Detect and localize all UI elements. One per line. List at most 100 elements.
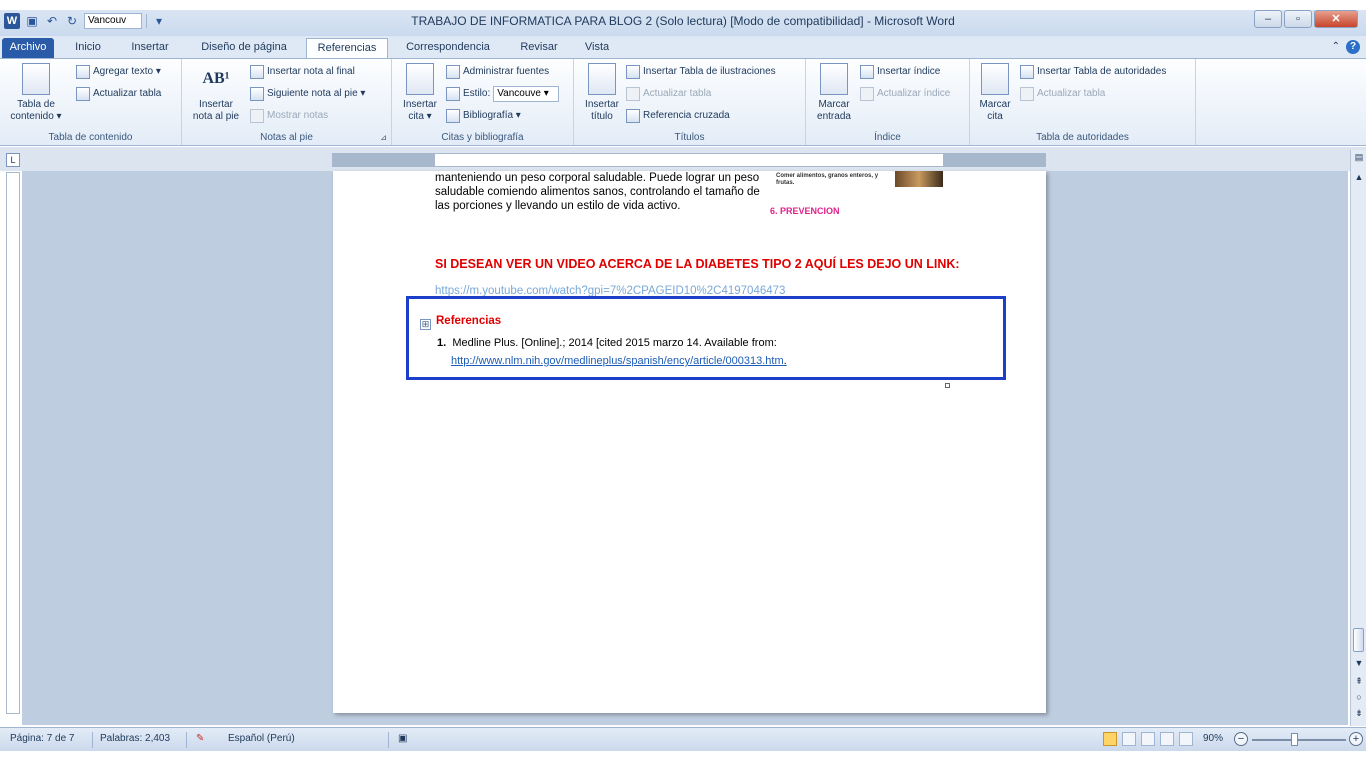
browse-object-icon[interactable]: ○ xyxy=(1351,692,1366,706)
group-tabla-contenido: Tabla de contenido ▾ Agregar texto ▾ Act… xyxy=(0,59,182,145)
ribbon: Tabla de contenido ▾ Agregar texto ▾ Act… xyxy=(0,58,1366,146)
update-figures-table-button[interactable]: Actualizar tabla xyxy=(626,85,711,103)
tab-diseno-pagina[interactable]: Diseño de página xyxy=(190,38,298,58)
horizontal-ruler[interactable] xyxy=(332,153,1046,167)
vertical-scrollbar[interactable]: ▤ ▲ ▼ ⇞ ○ ⇟ xyxy=(1350,150,1366,726)
previous-page-icon[interactable]: ⇞ xyxy=(1351,676,1366,690)
window-title: TRABAJO DE INFORMATICA PARA BLOG 2 (Solo… xyxy=(411,14,955,28)
insert-table-figures-button[interactable]: Insertar Tabla de ilustraciones xyxy=(626,63,776,81)
scroll-up-arrow-icon[interactable]: ▲ xyxy=(1351,172,1366,186)
group-notas-pie: AB¹ Insertar nota al pie Insertar nota a… xyxy=(182,59,392,145)
status-bar: Página: 7 de 7 Palabras: 2,403 ✎ Español… xyxy=(0,727,1366,751)
citation-icon xyxy=(406,63,434,95)
reference-entry: 1. Medline Plus. [Online].; 2014 [cited … xyxy=(437,337,777,349)
document-page[interactable]: manteniendo un peso corporal saludable. … xyxy=(333,171,1046,713)
tab-revisar[interactable]: Revisar xyxy=(510,38,568,58)
insert-index-button[interactable]: Insertar índice xyxy=(860,63,940,81)
insert-index-icon xyxy=(860,65,874,79)
spelling-check-icon[interactable]: ✎ xyxy=(196,733,204,744)
bibliography-icon xyxy=(446,109,460,123)
draft-view-icon[interactable] xyxy=(1179,732,1193,746)
zoom-level[interactable]: 90% xyxy=(1203,733,1223,744)
references-title: Referencias xyxy=(436,315,502,327)
help-icon[interactable]: ? xyxy=(1346,40,1360,54)
image-caption: Comer alimentos, granos enteros, y fruta… xyxy=(776,173,879,186)
page-count[interactable]: Página: 7 de 7 xyxy=(10,733,75,744)
ruler-toggle-icon[interactable]: ▤ xyxy=(1351,152,1366,166)
next-footnote-button[interactable]: Siguiente nota al pie ▾ xyxy=(250,85,365,103)
web-layout-view-icon[interactable] xyxy=(1141,732,1155,746)
manage-sources-icon xyxy=(446,65,460,79)
group-titulos: Insertar título Insertar Tabla de ilustr… xyxy=(574,59,806,145)
body-paragraph: manteniendo un peso corporal saludable. … xyxy=(435,172,760,212)
zoom-in-icon[interactable]: + xyxy=(1349,732,1363,746)
refresh-table-icon xyxy=(76,87,90,101)
insert-footnote-button[interactable]: AB¹ Insertar nota al pie xyxy=(186,63,246,123)
close-button[interactable]: ✕ xyxy=(1314,10,1358,28)
tab-correspondencia[interactable]: Correspondencia xyxy=(396,38,500,58)
title-bar: W ▣ ↶ ↻ Vancouv ▾ TRABAJO DE INFORMATICA… xyxy=(0,0,1366,38)
tab-inicio[interactable]: Inicio xyxy=(66,38,110,58)
add-text-icon xyxy=(76,65,90,79)
footnote-icon: AB¹ xyxy=(202,70,230,87)
manage-sources-button[interactable]: Administrar fuentes xyxy=(446,63,549,81)
toc-button[interactable]: Tabla de contenido ▾ xyxy=(4,63,68,123)
references-highlight-box: ⊞ Referencias 1. Medline Plus. [Online].… xyxy=(406,296,1006,380)
toc-icon xyxy=(22,63,50,95)
full-screen-view-icon[interactable] xyxy=(1122,732,1136,746)
update-index-button[interactable]: Actualizar índice xyxy=(860,85,950,103)
zoom-slider-track[interactable] xyxy=(1252,739,1346,741)
show-notes-icon xyxy=(250,109,264,123)
add-text-button[interactable]: Agregar texto ▾ xyxy=(76,63,161,81)
dialog-launcher-icon[interactable]: ⊿ xyxy=(380,133,387,142)
update-toc-button[interactable]: Actualizar tabla xyxy=(76,85,161,103)
outline-view-icon[interactable] xyxy=(1160,732,1174,746)
scroll-down-arrow-icon[interactable]: ▼ xyxy=(1351,658,1366,672)
insert-authorities-table-button[interactable]: Insertar Tabla de autoridades xyxy=(1020,63,1166,81)
food-image xyxy=(895,171,943,187)
word-count[interactable]: Palabras: 2,403 xyxy=(100,733,170,744)
style-selector[interactable]: Estilo: Vancouve ▾ xyxy=(446,85,560,103)
insert-caption-button[interactable]: Insertar título xyxy=(578,63,626,123)
next-page-icon[interactable]: ⇟ xyxy=(1351,708,1366,722)
image-handle[interactable] xyxy=(945,383,950,388)
tab-insertar[interactable]: Insertar xyxy=(122,38,178,58)
mark-entry-button[interactable]: Marcar entrada xyxy=(810,63,858,123)
print-layout-view-icon[interactable] xyxy=(1103,732,1117,746)
style-dropdown[interactable]: Vancouve ▾ xyxy=(493,86,560,102)
reference-link[interactable]: http://www.nlm.nih.gov/medlineplus/spani… xyxy=(451,355,787,367)
zoom-slider-thumb[interactable] xyxy=(1291,733,1298,746)
group-indice: Marcar entrada Insertar índice Actualiza… xyxy=(806,59,970,145)
next-footnote-icon xyxy=(250,87,264,101)
tab-vista[interactable]: Vista xyxy=(576,38,618,58)
vertical-ruler[interactable] xyxy=(6,172,20,714)
tab-selector-icon[interactable]: L xyxy=(6,153,20,167)
insert-endnote-button[interactable]: Insertar nota al final xyxy=(250,63,355,81)
refresh-table-icon xyxy=(626,87,640,101)
group-citas-bibliografia: Insertar cita ▾ Administrar fuentes Esti… xyxy=(392,59,574,145)
endnote-icon xyxy=(250,65,264,79)
bibliography-button[interactable]: Bibliografía ▾ xyxy=(446,107,521,125)
mark-entry-icon xyxy=(820,63,848,95)
caption-icon xyxy=(588,63,616,95)
group-tabla-autoridades: Marcar cita Insertar Tabla de autoridade… xyxy=(970,59,1196,145)
document-workspace: manteniendo un peso corporal saludable. … xyxy=(22,171,1348,725)
insert-citation-button[interactable]: Insertar cita ▾ xyxy=(396,63,444,123)
zoom-out-icon[interactable]: − xyxy=(1234,732,1248,746)
show-notes-button[interactable]: Mostrar notas xyxy=(250,107,328,125)
macro-record-icon[interactable]: ▣ xyxy=(398,733,407,744)
scroll-thumb[interactable] xyxy=(1353,628,1364,652)
video-announcement: SI DESEAN VER UN VIDEO ACERCA DE LA DIAB… xyxy=(435,257,960,271)
update-authorities-table-button[interactable]: Actualizar tabla xyxy=(1020,85,1105,103)
mark-citation-button[interactable]: Marcar cita xyxy=(972,63,1018,123)
minimize-ribbon-icon[interactable]: ⌃ xyxy=(1332,40,1340,54)
cross-reference-button[interactable]: Referencia cruzada xyxy=(626,107,730,125)
tab-archivo[interactable]: Archivo xyxy=(2,38,54,58)
expand-field-icon[interactable]: ⊞ xyxy=(420,319,431,330)
maximize-button[interactable]: ▫ xyxy=(1284,10,1312,28)
refresh-index-icon xyxy=(860,87,874,101)
minimize-button[interactable]: – xyxy=(1254,10,1282,28)
ribbon-tabs: Archivo Inicio Insertar Diseño de página… xyxy=(0,36,1366,58)
language[interactable]: Español (Perú) xyxy=(228,733,295,744)
tab-referencias[interactable]: Referencias xyxy=(306,38,388,58)
